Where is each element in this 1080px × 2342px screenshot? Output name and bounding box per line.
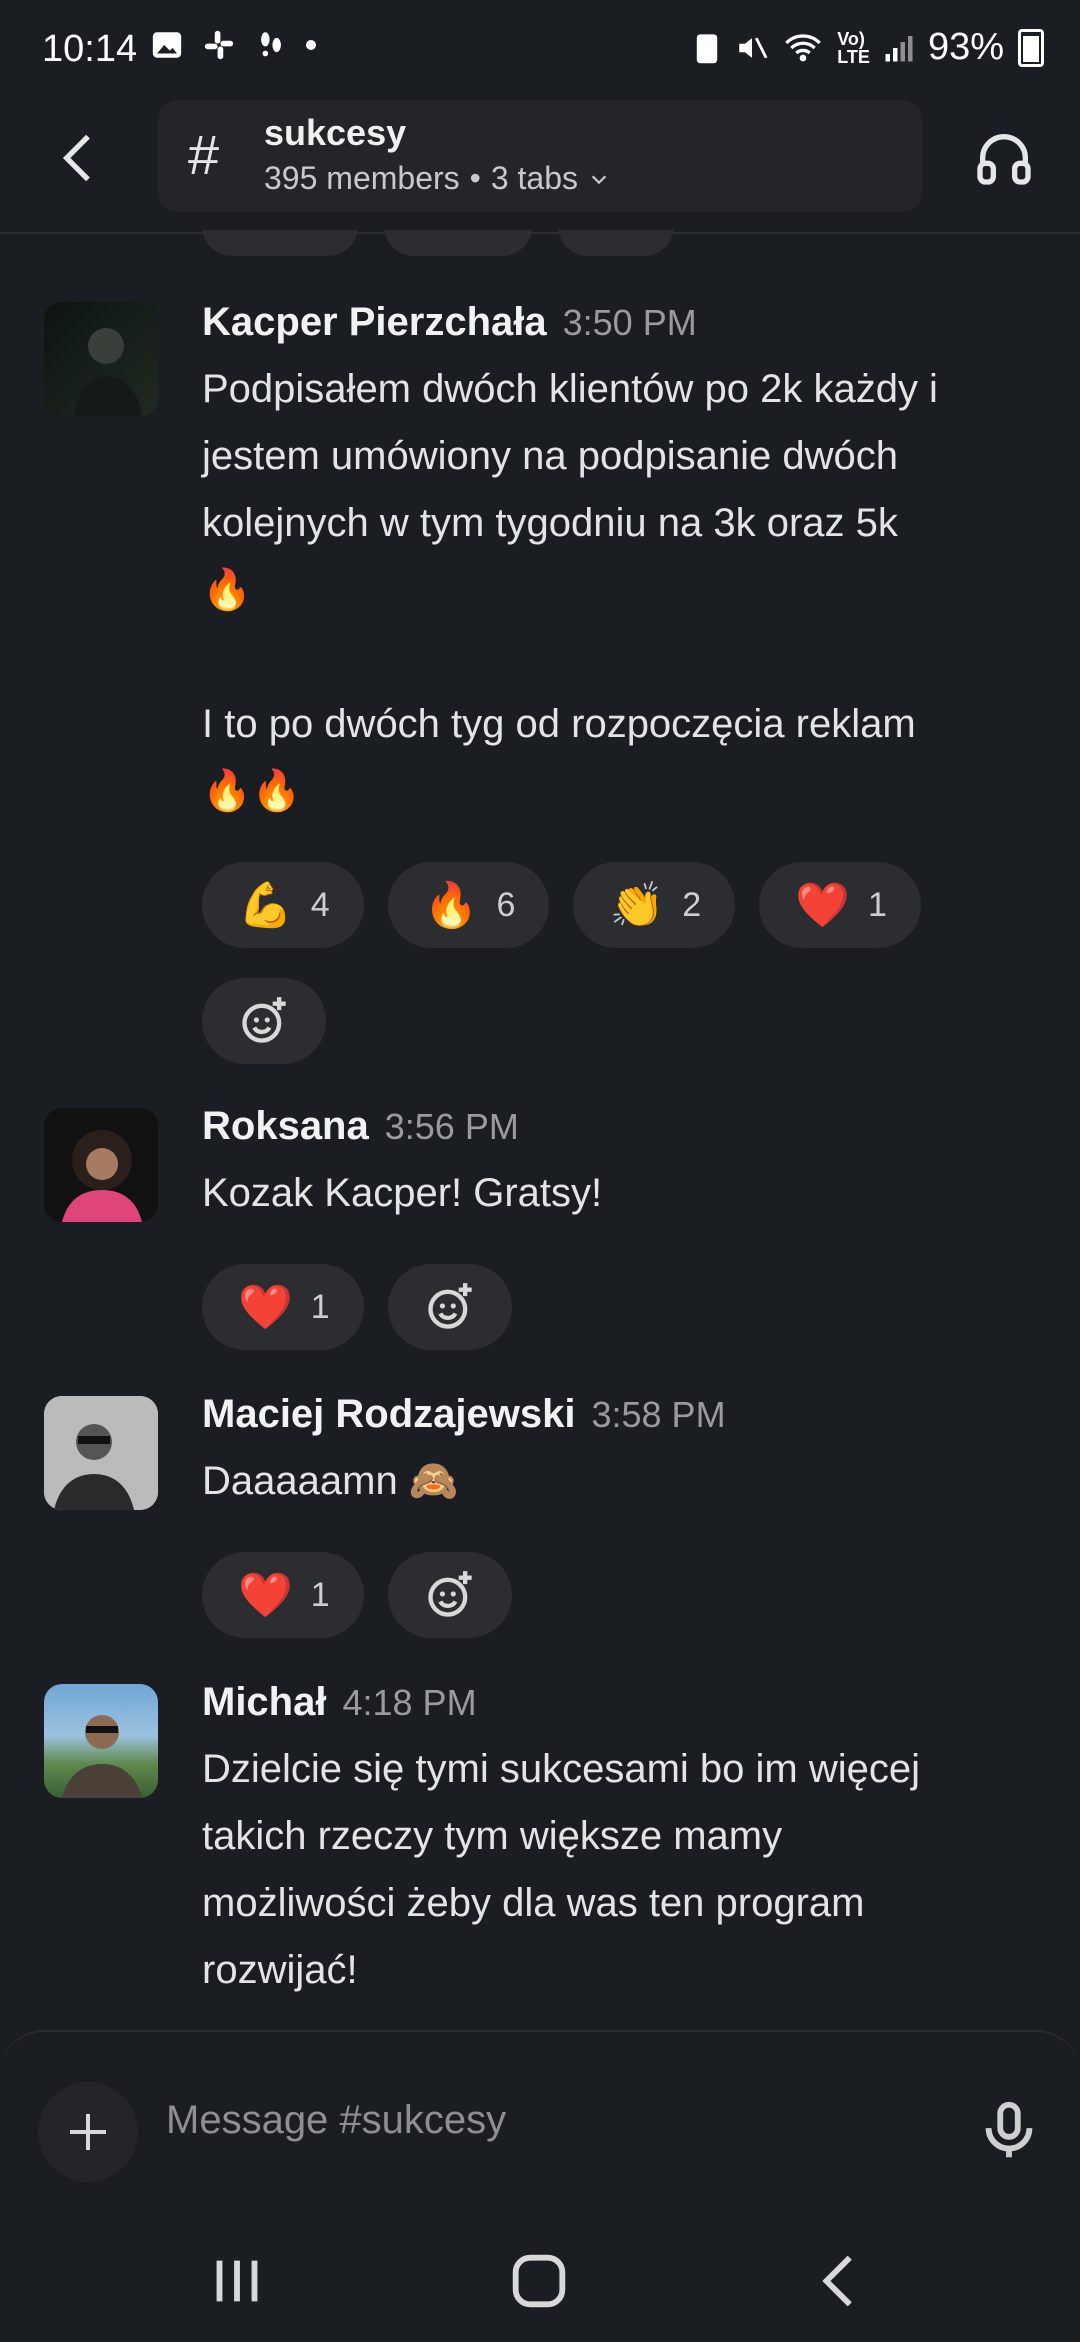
reaction-pill[interactable]: 💪 4: [202, 862, 364, 948]
reaction-bar: 💪 4 🔥 6 👏 2 ❤️ 1: [202, 862, 921, 948]
message-text: Dzielcie się tymi sukcesami bo im więcej…: [202, 1747, 920, 1992]
mute-icon: [739, 36, 768, 59]
signal-icon: [885, 35, 913, 61]
channel-header: # sukcesy 395 members • 3 tabs: [0, 96, 1080, 234]
message-time: 3:50 PM: [562, 302, 697, 343]
reaction-bar: ❤️ 1: [202, 1264, 512, 1350]
status-bar: 10:14 Vo) LTE 93%: [0, 0, 1080, 100]
message-text: Kozak Kacper! Gratsy!: [202, 1171, 603, 1215]
message-time: 3:58 PM: [591, 1394, 726, 1435]
tab-count: 3 tabs: [490, 160, 579, 196]
add-reaction-button[interactable]: [202, 978, 326, 1064]
author-name[interactable]: Roksana 3:56 PM: [202, 1104, 519, 1149]
avatar[interactable]: [44, 1396, 158, 1510]
reaction-emoji: 💪: [238, 881, 293, 930]
headphones-icon[interactable]: [972, 126, 1036, 190]
home-icon[interactable]: [504, 2246, 574, 2316]
author-name[interactable]: Michał 4:18 PM: [202, 1680, 477, 1725]
add-reaction-button[interactable]: [387, 1264, 512, 1350]
reaction-count: 4: [310, 885, 330, 924]
attach-button[interactable]: [38, 2082, 138, 2182]
author-name[interactable]: Kacper Pierzchała 3:50 PM: [202, 300, 697, 345]
author-name[interactable]: Maciej Rodzajewski 3:58 PM: [202, 1392, 726, 1437]
avatar[interactable]: [44, 1684, 158, 1798]
reaction-pill[interactable]: 👏 2: [573, 862, 736, 948]
message-time: 3:56 PM: [384, 1106, 519, 1147]
battery-icon: [1018, 28, 1044, 67]
reaction-count: 6: [496, 885, 516, 924]
reaction-count: 2: [682, 885, 702, 924]
separator: •: [469, 160, 481, 196]
system-nav-bar: [0, 2200, 1080, 2340]
channel-name: sukcesy: [264, 112, 407, 153]
status-time: 10:14: [42, 28, 138, 70]
steps-icon: [261, 32, 281, 57]
reaction-pill[interactable]: ❤️ 1: [202, 1264, 364, 1350]
reaction-emoji: 👏: [609, 881, 665, 930]
microphone-icon[interactable]: [974, 2096, 1044, 2166]
reaction-emoji: ❤️: [795, 881, 850, 930]
back-arrow-icon[interactable]: [48, 126, 112, 190]
reaction-emoji: 🔥: [423, 881, 479, 930]
volte-icon: Vo) LTE: [837, 28, 870, 67]
reaction-bar: ❤️ 1: [202, 1552, 512, 1638]
add-emoji-icon: [242, 997, 286, 1043]
avatar[interactable]: [44, 1108, 158, 1222]
reaction-pill[interactable]: 🔥 6: [387, 862, 550, 948]
add-emoji-icon: [428, 1571, 472, 1617]
reaction-emoji: ❤️: [238, 1571, 293, 1620]
hash-icon: #: [188, 123, 220, 186]
reaction-count: 1: [310, 1287, 330, 1326]
reaction-pill[interactable]: ❤️ 1: [202, 1552, 364, 1638]
message-text: Daaaaamn 🙈: [202, 1459, 459, 1503]
avatar[interactable]: [44, 302, 158, 416]
chevron-down-icon: [591, 174, 607, 184]
gallery-icon: [152, 32, 182, 58]
wifi-icon: [785, 33, 822, 61]
battery-percent: 93%: [927, 26, 1004, 68]
back-icon[interactable]: [806, 2246, 876, 2316]
reaction-emoji: ❤️: [238, 1283, 293, 1332]
add-reaction-button[interactable]: [387, 1552, 512, 1638]
plus-icon: [70, 2114, 106, 2150]
reaction-count: 1: [310, 1575, 330, 1614]
reaction-pill[interactable]: ❤️ 1: [759, 862, 921, 948]
recents-icon[interactable]: [202, 2246, 272, 2316]
message-time: 4:18 PM: [342, 1682, 477, 1723]
channel-info-button[interactable]: # sukcesy 395 members • 3 tabs: [158, 100, 922, 212]
dot-icon: [306, 40, 316, 50]
message-text: Podpisałem dwóch klientów po 2k każdy i …: [202, 367, 938, 813]
reaction-count: 1: [867, 885, 887, 924]
message-input[interactable]: Message #sukcesy: [166, 2098, 506, 2143]
battery-saver-icon: [697, 33, 718, 63]
member-count: 395 members: [264, 160, 460, 196]
slack-icon: [204, 30, 234, 60]
add-emoji-icon: [428, 1283, 472, 1329]
